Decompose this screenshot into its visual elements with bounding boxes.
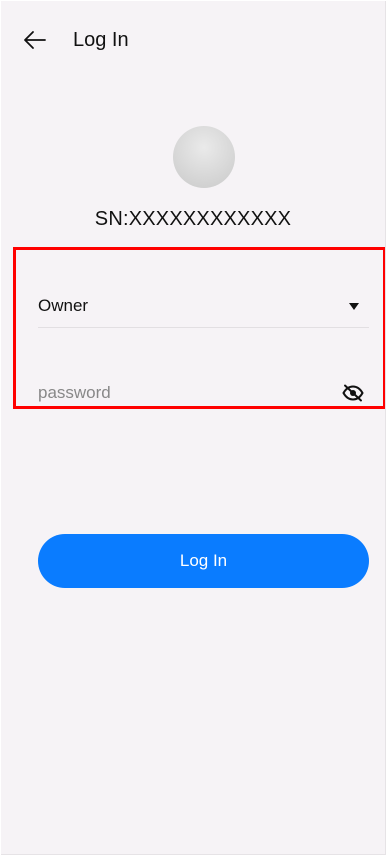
back-button[interactable] [23, 23, 63, 57]
password-input[interactable] [38, 383, 318, 403]
role-select-value: Owner [38, 296, 89, 315]
dropdown-triangle-icon [349, 302, 359, 310]
login-screen: Log In SN:XXXXXXXXXXXX Owner Log In [1, 1, 386, 855]
password-field [38, 375, 369, 411]
eye-off-icon [342, 384, 364, 402]
device-serial-number: SN:XXXXXXXXXXXX [94, 208, 292, 230]
password-visibility-toggle[interactable] [341, 381, 365, 405]
page-title: Log In [73, 29, 129, 51]
device-avatar [173, 126, 235, 188]
arrow-left-icon [24, 31, 46, 49]
role-select[interactable]: Owner [38, 285, 369, 328]
header: Log In [1, 1, 385, 81]
login-button[interactable]: Log In [38, 534, 369, 588]
